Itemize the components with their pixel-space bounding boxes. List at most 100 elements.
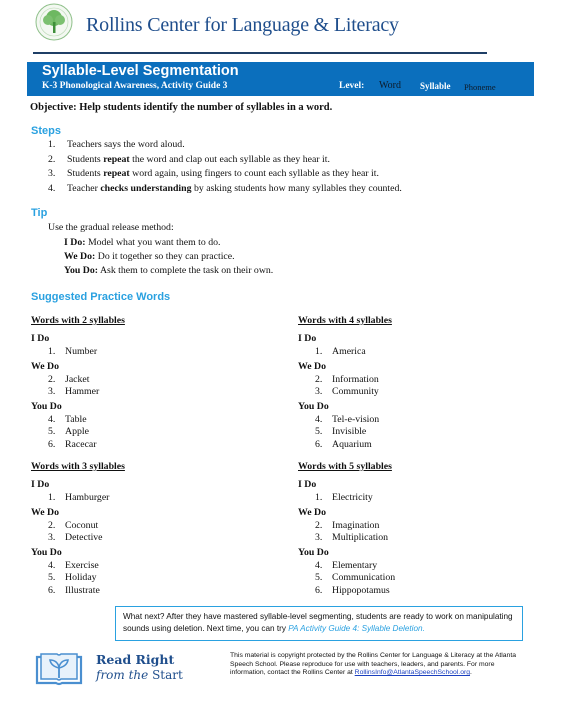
- word-item: 6. Aquarium: [298, 439, 392, 452]
- phase-i-do: I Do: [298, 479, 317, 490]
- tip-lines: I Do: Model what you want them to do. We…: [64, 237, 273, 279]
- word-text: Hippopotamus: [332, 584, 390, 596]
- tip-label: You Do:: [64, 265, 99, 276]
- level-syllable-active: Syllable: [420, 81, 451, 91]
- word-text: Hammer: [65, 386, 100, 397]
- step-emphasis: repeat: [103, 153, 130, 165]
- word-item: 1. Hamburger: [31, 492, 125, 505]
- word-item: 4. Exercise: [31, 560, 125, 573]
- step-text: Teacher: [67, 182, 101, 194]
- step-text: Teachers says the word aloud.: [67, 139, 185, 150]
- word-number: 3.: [48, 532, 56, 543]
- word-number: 2.: [48, 373, 56, 385]
- what-next-box: What next? After they have mastered syll…: [115, 606, 523, 641]
- word-item: 6. Racecar: [31, 439, 125, 452]
- rollins-center-logo-icon: [34, 2, 74, 42]
- next-guide-link[interactable]: PA Activity Guide 4: Syllable Deletion.: [288, 624, 425, 633]
- word-item: 2. Imagination: [298, 520, 395, 533]
- phase-you-do: You Do: [298, 400, 329, 412]
- word-item: 5. Invisible: [298, 426, 392, 439]
- activity-title: Syllable-Level Segmentation: [42, 63, 239, 79]
- brand-italic: from the: [96, 668, 149, 682]
- word-text: Detective: [65, 532, 103, 543]
- word-number: 3.: [315, 386, 323, 397]
- word-number: 1.: [48, 346, 56, 357]
- header-divider: [33, 52, 487, 54]
- word-number: 6.: [315, 438, 323, 450]
- contact-email-link[interactable]: RollinsInfo@AtlantaSpeechSchool.org: [355, 669, 470, 676]
- step-item: 3. Students repeat word again, using fing…: [48, 168, 402, 183]
- word-item: 3. Multiplication: [298, 532, 395, 545]
- tip-heading: Tip: [31, 207, 48, 219]
- copyright-notice: This material is copyright protected by …: [230, 652, 530, 678]
- brand-rest: Start: [148, 668, 183, 682]
- step-number: 1.: [48, 139, 56, 150]
- phase-i-do: I Do: [298, 333, 317, 344]
- word-text: Imagination: [332, 519, 380, 531]
- step-number: 2.: [48, 153, 56, 165]
- word-list-2-syllables: Words with 2 syllables I Do 1. Number We Do 2…: [31, 315, 125, 451]
- open-book-sprout-icon: [34, 651, 84, 689]
- word-item: 1. Number: [31, 346, 125, 359]
- word-number: 4.: [315, 559, 323, 571]
- step-item: 1. Teachers says the word aloud.: [48, 139, 402, 154]
- word-list-title: Words with 3 syllables: [31, 461, 125, 472]
- phase-i-do: I Do: [31, 333, 50, 344]
- word-item: 4. Table: [31, 414, 125, 427]
- word-list-title: Words with 4 syllables: [298, 315, 392, 326]
- word-number: 6.: [48, 584, 56, 596]
- phase-you-do: You Do: [31, 400, 62, 412]
- tip-label: I Do:: [64, 237, 86, 248]
- word-item: 2. Jacket: [31, 374, 125, 387]
- phase-i-do: I Do: [31, 479, 50, 490]
- word-text: Illustrate: [65, 584, 100, 596]
- word-text: Tel-e-vision: [332, 413, 380, 425]
- tip-text: Do it together so they can practice.: [95, 251, 235, 262]
- word-item: 1. Electricity: [298, 492, 395, 505]
- tip-line: We Do: Do it together so they can practi…: [64, 251, 273, 265]
- word-number: 4.: [48, 413, 56, 425]
- word-text: Communication: [332, 572, 396, 583]
- word-number: 6.: [48, 438, 56, 450]
- word-number: 5.: [315, 426, 323, 437]
- word-item: 3. Detective: [31, 532, 125, 545]
- word-text: Jacket: [65, 373, 90, 385]
- word-list-3-syllables: Words with 3 syllables I Do 1. Hamburger We …: [31, 461, 125, 597]
- word-list-title: Words with 5 syllables: [298, 461, 392, 472]
- tip-text: Model what you want them to do.: [85, 237, 221, 248]
- word-text: America: [332, 346, 366, 357]
- word-list-4-syllables: Words with 4 syllables I Do 1. America We Do…: [298, 315, 392, 451]
- step-text: word again, using fingers to count each …: [129, 168, 379, 179]
- level-word: Word: [379, 80, 401, 91]
- word-number: 3.: [315, 532, 323, 543]
- word-item: 4. Elementary: [298, 560, 395, 573]
- step-text: by asking students how many syllables th…: [191, 182, 402, 194]
- phase-we-do: We Do: [298, 506, 327, 518]
- word-number: 1.: [315, 346, 323, 357]
- word-number: 5.: [48, 572, 56, 583]
- phase-we-do: We Do: [31, 360, 60, 372]
- phase-we-do: We Do: [298, 360, 327, 372]
- word-item: 5. Holiday: [31, 572, 125, 585]
- step-number: 4.: [48, 182, 56, 194]
- copyright-suffix: .: [470, 669, 472, 677]
- step-text: the word and clap out each syllable as t…: [129, 153, 330, 165]
- word-text: Information: [332, 373, 379, 385]
- org-title: Rollins Center for Language & Literacy: [86, 14, 399, 36]
- word-text: Aquarium: [332, 438, 372, 450]
- word-text: Hamburger: [65, 492, 110, 503]
- word-item: 3. Community: [298, 386, 392, 399]
- tip-text: Ask them to complete the task on their o…: [98, 265, 274, 276]
- tip-line: You Do: Ask them to complete the task on…: [64, 265, 273, 279]
- level-label: Level:: [339, 81, 365, 91]
- step-text: Students: [67, 153, 104, 165]
- word-number: 3.: [48, 386, 56, 397]
- word-text: Table: [65, 413, 87, 425]
- word-item: 4. Tel-e-vision: [298, 414, 392, 427]
- word-text: Elementary: [332, 559, 378, 571]
- word-text: Exercise: [65, 559, 99, 571]
- word-text: Holiday: [65, 572, 97, 583]
- word-text: Multiplication: [332, 532, 389, 543]
- word-number: 6.: [315, 584, 323, 596]
- tip-intro: Use the gradual release method:: [48, 222, 174, 233]
